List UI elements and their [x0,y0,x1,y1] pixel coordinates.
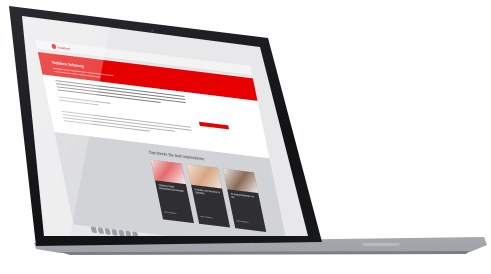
card-image [150,159,186,185]
web-page: vodafone Vodafone Schulung Das könnte Si… [22,16,308,236]
laptop-photo: vodafone Vodafone Schulung Das könnte Si… [0,0,491,256]
card-image [186,164,223,189]
card-link[interactable]: Mehr erfahren [164,211,185,218]
lid-notch [362,243,400,246]
card-title: Ihr Ansprechpartner vor Ort [230,192,255,200]
logo-text: vodafone [57,44,71,51]
calendar-icon[interactable] [111,228,118,236]
vodafone-logo-icon [51,43,57,50]
card-title: Produkte und Services im Überblick [194,188,221,196]
mail-icon[interactable] [104,228,111,235]
card-link[interactable]: Mehr erfahren [236,220,257,227]
card-image [222,168,259,193]
card-link[interactable]: Mehr erfahren [200,216,221,223]
notes-icon[interactable] [118,229,125,236]
camera-icon [151,29,154,32]
browser-icon[interactable] [97,227,105,235]
finder-icon[interactable] [90,226,98,234]
card-title: Vodafone Kabel Deutschland Schulungen [158,183,185,193]
